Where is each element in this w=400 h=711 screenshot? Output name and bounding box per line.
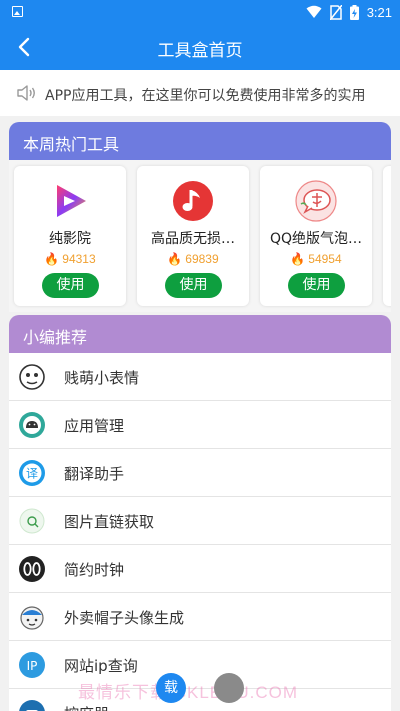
tool-card-partial[interactable] (383, 166, 391, 306)
tool-count: 🔥 94313 (44, 252, 96, 266)
fire-icon: 🔥 (44, 252, 60, 266)
recommend-list: 贱萌小表情 应用管理 译 翻译助手 图片直链获取 简约时钟 外卖帽子头像生成 I… (9, 353, 391, 711)
hot-tools-header: 本周热门工具 (9, 122, 391, 160)
bubble-logo-icon (295, 180, 337, 222)
list-item-label: 简约时钟 (64, 561, 125, 579)
image-link-icon (19, 508, 45, 534)
tool-card[interactable]: 纯影院 🔥 94313 使用 (14, 166, 126, 306)
wifi-icon (306, 5, 322, 18)
list-item-label: 外卖帽子头像生成 (64, 609, 185, 627)
svg-text:IP: IP (27, 659, 38, 673)
no-sim-icon (329, 4, 342, 20)
tool-icon (19, 700, 45, 711)
status-icons: 3:21 (306, 3, 392, 21)
status-time: 3:21 (366, 4, 392, 20)
tool-count: 🔥 69839 (167, 252, 219, 266)
music-note-logo-icon (173, 181, 213, 221)
page-title: 工具盒首页 (157, 41, 243, 61)
ip-icon: IP (19, 652, 45, 678)
android-icon (19, 412, 45, 438)
image-icon (12, 6, 23, 17)
list-item[interactable]: 贱萌小表情 (9, 353, 391, 401)
tool-name: QQ绝版气泡… (269, 231, 363, 247)
recommend-header: 小编推荐 (9, 315, 391, 353)
status-bar: 3:21 (0, 0, 400, 24)
tool-count: 🔥 54954 (290, 252, 342, 266)
list-item-label: 应用管理 (64, 417, 125, 435)
use-button[interactable]: 使用 (165, 273, 222, 298)
list-item-label: 网站ip查询 (64, 657, 138, 675)
secondary-fab[interactable] (214, 673, 244, 703)
title-bar: 工具盒首页 (0, 24, 400, 70)
list-item[interactable]: 应用管理 (9, 401, 391, 449)
list-item-label: 控麻器 (64, 703, 109, 711)
translate-icon: 译 (19, 460, 45, 486)
tool-name: 纯影院 (49, 231, 91, 247)
use-button[interactable]: 使用 (42, 273, 99, 298)
use-button[interactable]: 使用 (288, 273, 345, 298)
list-item-label: 翻译助手 (64, 465, 125, 483)
speaker-icon (17, 85, 35, 101)
fire-icon: 🔥 (167, 252, 183, 266)
battery-charging-icon (349, 4, 359, 20)
hot-tools-panel[interactable]: 纯影院 🔥 94313 使用 高品质无损… 🔥 69839 使用 QQ绝版气泡… 🔥… (9, 160, 391, 312)
list-item-label: 图片直链获取 (64, 513, 155, 531)
play-logo-icon (57, 185, 86, 217)
list-item[interactable]: 简约时钟 (9, 545, 391, 593)
notice-text: APP应用工具，在这里你可以免费使用非常多的实用 (45, 88, 366, 104)
list-item[interactable]: 图片直链获取 (9, 497, 391, 545)
notice-bar[interactable]: APP应用工具，在这里你可以免费使用非常多的实用 (0, 70, 400, 116)
list-item[interactable]: 译 翻译助手 (9, 449, 391, 497)
meme-face-icon (19, 364, 45, 390)
download-fab[interactable]: 载 (156, 673, 186, 703)
list-item-label: 贱萌小表情 (64, 369, 140, 387)
tool-card[interactable]: 高品质无损… 🔥 69839 使用 (137, 166, 249, 306)
fire-icon: 🔥 (290, 252, 306, 266)
tool-card[interactable]: QQ绝版气泡… 🔥 54954 使用 (260, 166, 372, 306)
clock-icon (19, 556, 45, 582)
watermark: 最情乐下载 CKLEOU.COM (78, 683, 299, 702)
list-item[interactable]: 外卖帽子头像生成 (9, 593, 391, 641)
svg-text:译: 译 (26, 467, 38, 481)
avatar-hat-icon (20, 606, 44, 630)
tool-name: 高品质无损… (151, 231, 235, 247)
